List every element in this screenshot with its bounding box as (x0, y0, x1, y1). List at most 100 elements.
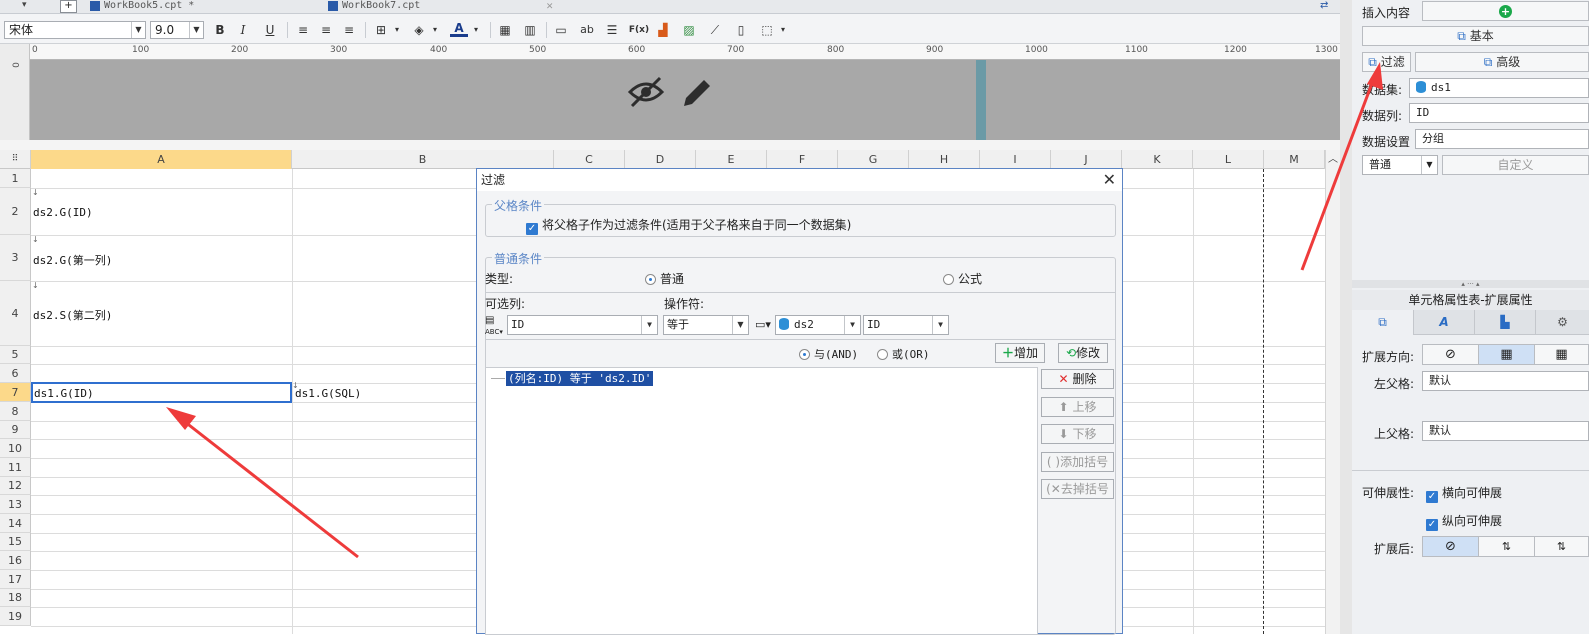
horizontal-stretch-checkbox[interactable]: ✓ 横向可伸展 (1426, 484, 1502, 503)
sort-descending-icon[interactable]: ⇅ (1534, 537, 1588, 556)
advanced-button[interactable]: ⧉ 高级 (1415, 52, 1589, 72)
tab-attributes[interactable]: ▙ (1474, 310, 1535, 335)
tab-workbook7[interactable]: WorkBook7.cpt ✕ (328, 0, 553, 14)
column-header-k[interactable]: K (1122, 150, 1193, 169)
panel-splitter[interactable] (1340, 0, 1352, 634)
close-icon[interactable]: ✕ (1103, 169, 1116, 191)
modify-button[interactable]: ⟲修改 (1058, 343, 1108, 363)
row-header[interactable]: 14 (0, 514, 31, 533)
underline-button[interactable]: U (261, 21, 279, 39)
formula-icon[interactable]: F(x) (628, 21, 650, 39)
new-sheet-icon[interactable]: + (60, 0, 77, 13)
chevron-down-icon[interactable]: ▾ (426, 21, 444, 39)
row-header[interactable]: 12 (0, 477, 31, 495)
custom-button[interactable]: 自定义 (1442, 155, 1589, 175)
subreport-icon[interactable]: ▯ (732, 21, 750, 39)
chart-icon[interactable]: ▟ (654, 21, 672, 39)
align-right-icon[interactable]: ≡ (340, 21, 358, 39)
text-icon[interactable]: ab (578, 21, 596, 39)
eye-hidden-icon[interactable] (627, 76, 665, 108)
column-header-d[interactable]: D (625, 150, 696, 169)
row-header[interactable]: 11 (0, 458, 31, 477)
column-header-i[interactable]: I (980, 150, 1051, 169)
row-header[interactable]: 13 (0, 495, 31, 514)
column-select[interactable]: ID ▼ (507, 315, 658, 335)
vertical-expand-icon[interactable]: ▦ (1478, 345, 1534, 364)
row-header[interactable]: 17 (0, 570, 31, 589)
mode-select[interactable]: 普通 ▼ (1362, 155, 1438, 175)
close-icon[interactable]: ✕ (546, 0, 553, 11)
column-header-f[interactable]: F (767, 150, 838, 169)
field-select[interactable]: ID ▼ (863, 315, 949, 335)
no-sort-icon[interactable]: ⊘ (1423, 537, 1478, 556)
font-size-select[interactable]: 9.0 ▼ (150, 21, 204, 39)
add-button[interactable]: ＋增加 (995, 343, 1045, 363)
cell-a7[interactable]: ds1.G(ID) (34, 387, 94, 400)
tab-style[interactable]: A (1413, 310, 1474, 335)
tab-menu-icon[interactable]: ⇄ (1320, 0, 1328, 11)
align-left-icon[interactable]: ≡ (294, 21, 312, 39)
basic-button[interactable]: ⧉ 基本 (1362, 26, 1589, 46)
horizontal-expand-icon[interactable]: ▦ (1534, 345, 1588, 364)
rich-text-icon[interactable]: ☰ (603, 21, 621, 39)
column-header-g[interactable]: G (838, 150, 909, 169)
move-down-button[interactable]: ⬇ 下移 (1041, 424, 1114, 444)
row-header[interactable]: 18 (0, 589, 31, 607)
delete-button[interactable]: ✕ 删除 (1041, 369, 1114, 389)
row-header[interactable]: 2 (0, 188, 31, 235)
data-column-field[interactable]: ID (1409, 103, 1589, 123)
insert-data-column-icon[interactable]: ▭ (552, 21, 570, 39)
italic-button[interactable]: I (234, 21, 252, 39)
panel-splitter-handle[interactable]: ▴ ··· ▴ (1352, 280, 1589, 288)
condition-item[interactable]: (列名:ID) 等于 'ds2.ID' (506, 371, 654, 386)
left-parent-field[interactable]: 默认 (1422, 371, 1589, 391)
unmerge-cell-icon[interactable]: ▥ (521, 21, 539, 39)
condition-list[interactable]: (列名:ID) 等于 'ds2.ID' (485, 367, 1038, 635)
vertical-stretch-checkbox[interactable]: ✓ 纵向可伸展 (1426, 512, 1502, 531)
row-header[interactable]: 15 (0, 533, 31, 551)
row-header[interactable]: 7 (0, 383, 31, 402)
remove-bracket-button[interactable]: (✕去掉括号 (1041, 479, 1114, 499)
pencil-icon[interactable] (684, 80, 710, 106)
sort-ascending-icon[interactable]: ⇅ (1478, 537, 1534, 556)
cell-a4[interactable]: ds2.S(第二列) (33, 307, 112, 323)
dataset-field[interactable]: ds1 (1409, 78, 1589, 98)
chevron-down-icon[interactable]: ▾ (388, 21, 406, 39)
cell-a2[interactable]: ds2.G(ID) (33, 206, 93, 219)
column-header-l[interactable]: L (1193, 150, 1264, 169)
tab-settings[interactable]: ⚙ (1535, 310, 1589, 335)
tab-expand[interactable]: ⧉ (1352, 310, 1413, 335)
data-setting-field[interactable]: 分组 (1415, 129, 1589, 149)
operator-select[interactable]: 等于 ▼ (663, 315, 749, 335)
type-normal-radio[interactable]: 普通 (645, 270, 684, 287)
column-header-c[interactable]: C (554, 150, 625, 169)
filter-button[interactable]: ⧉ 过滤 (1362, 52, 1411, 72)
vertical-scrollbar[interactable]: ︿ (1325, 150, 1340, 634)
row-header[interactable]: 10 (0, 439, 31, 458)
column-header-a[interactable]: A (31, 150, 292, 169)
and-radio[interactable]: 与(AND) (799, 346, 858, 362)
column-header-m[interactable]: M (1264, 150, 1325, 169)
row-header[interactable]: 8 (0, 402, 31, 421)
top-parent-field[interactable]: 默认 (1422, 421, 1589, 441)
bold-button[interactable]: B (211, 21, 229, 39)
add-bracket-button[interactable]: ( )添加括号 (1041, 452, 1114, 472)
type-formula-radio[interactable]: 公式 (943, 270, 982, 287)
or-radio[interactable]: 或(OR) (877, 346, 930, 362)
dataset-select[interactable]: ds2 ▼ (775, 315, 861, 335)
column-header-b[interactable]: B (292, 150, 554, 169)
cell-a3[interactable]: ds2.G(第一列) (33, 252, 112, 268)
column-header-e[interactable]: E (696, 150, 767, 169)
chevron-up-icon[interactable]: ︿ (1328, 150, 1338, 165)
image-icon[interactable]: ▨ (680, 21, 698, 39)
move-up-button[interactable]: ⬆ 上移 (1041, 397, 1114, 417)
row-header[interactable]: 9 (0, 421, 31, 439)
column-header-j[interactable]: J (1051, 150, 1122, 169)
insert-content-button[interactable]: + (1422, 1, 1589, 21)
row-header[interactable]: 3 (0, 235, 31, 281)
align-center-icon[interactable]: ≡ (317, 21, 335, 39)
merge-cell-icon[interactable]: ▦ (496, 21, 514, 39)
row-header[interactable]: 1 (0, 169, 31, 188)
row-header[interactable]: 16 (0, 551, 31, 570)
row-header[interactable]: 4 (0, 281, 31, 346)
